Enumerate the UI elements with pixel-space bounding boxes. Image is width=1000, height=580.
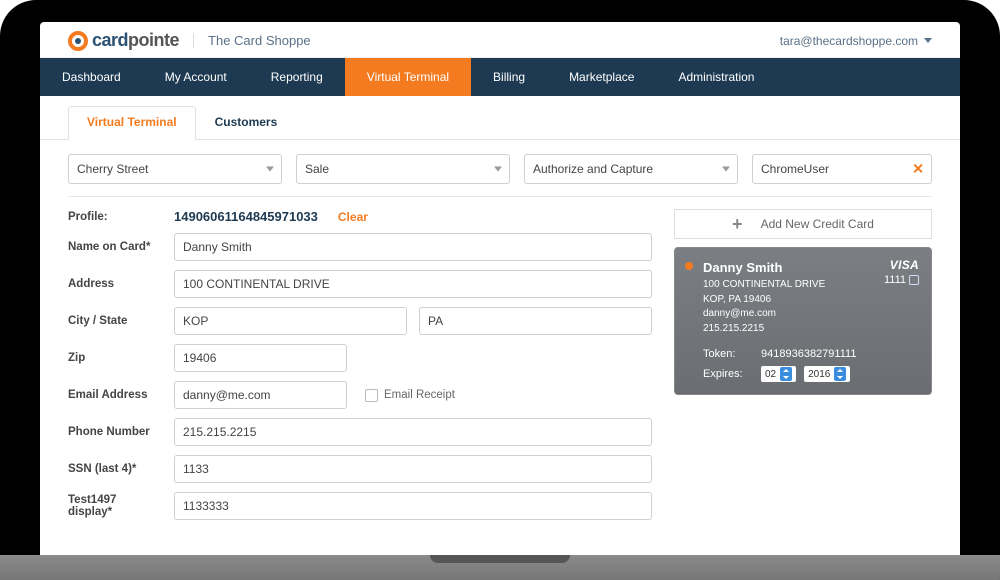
tab-virtual-terminal[interactable]: Virtual Terminal: [68, 106, 196, 140]
chevron-down-icon: [722, 167, 730, 172]
phone-input[interactable]: [174, 418, 652, 446]
visa-logo-icon: VISA: [884, 258, 919, 272]
stepper-icon: [834, 367, 846, 381]
transaction-type-select[interactable]: Sale: [296, 154, 510, 184]
name-label: Name on Card*: [68, 241, 162, 253]
action-value: Authorize and Capture: [524, 154, 738, 184]
nav-administration[interactable]: Administration: [656, 58, 776, 96]
exp-month-select[interactable]: 02: [761, 366, 796, 382]
email-label: Email Address: [68, 389, 162, 401]
brand-subtitle: The Card Shoppe: [193, 33, 311, 48]
credit-card-display[interactable]: VISA 1111 Danny Smith 100 CONTINENTAL DR…: [674, 247, 932, 395]
filter-row: Cherry Street Sale Authorize and Capture…: [68, 154, 932, 197]
user-menu[interactable]: tara@thecardshoppe.com: [780, 34, 932, 48]
ssn-label: SSN (last 4)*: [68, 463, 162, 475]
tab-customers[interactable]: Customers: [196, 106, 297, 139]
profile-value: 14906061164845971033: [174, 209, 318, 224]
logo: cardpointe: [68, 30, 179, 51]
transaction-type-value: Sale: [296, 154, 510, 184]
nav-my-account[interactable]: My Account: [143, 58, 249, 96]
header-bar: cardpointe The Card Shoppe tara@thecards…: [40, 22, 960, 58]
primary-nav: Dashboard My Account Reporting Virtual T…: [40, 58, 960, 96]
nav-reporting[interactable]: Reporting: [249, 58, 345, 96]
location-value: Cherry Street: [68, 154, 282, 184]
customer-input-wrap: ✕: [752, 154, 932, 184]
add-new-card-button[interactable]: + Add New Credit Card: [674, 209, 932, 239]
chevron-down-icon: [494, 167, 502, 172]
checkbox-icon: [365, 389, 378, 402]
zip-input[interactable]: [174, 344, 347, 372]
card-email: danny@me.com: [703, 307, 917, 322]
citystate-label: City / State: [68, 315, 162, 327]
clear-profile-link[interactable]: Clear: [338, 210, 368, 224]
token-label: Token:: [703, 348, 753, 360]
test1497-label: Test1497 display*: [68, 494, 162, 518]
email-receipt-checkbox[interactable]: Email Receipt: [365, 389, 455, 402]
exp-year-select[interactable]: 2016: [804, 366, 850, 382]
token-value: 9418936382791111: [761, 348, 856, 360]
stepper-icon: [780, 367, 792, 381]
ssn-input[interactable]: [174, 455, 652, 483]
expires-label: Expires:: [703, 368, 753, 380]
profile-label: Profile:: [68, 211, 162, 223]
name-on-card-input[interactable]: [174, 233, 652, 261]
card-address2: KOP, PA 19406: [703, 293, 917, 308]
phone-label: Phone Number: [68, 426, 162, 438]
card-brand-block: VISA 1111: [884, 258, 919, 286]
location-select[interactable]: Cherry Street: [68, 154, 282, 184]
chevron-down-icon: [266, 167, 274, 172]
address-label: Address: [68, 278, 162, 290]
plus-icon: +: [732, 215, 743, 233]
nav-dashboard[interactable]: Dashboard: [40, 58, 143, 96]
nav-billing[interactable]: Billing: [471, 58, 547, 96]
test1497-input[interactable]: [174, 492, 652, 520]
nav-marketplace[interactable]: Marketplace: [547, 58, 656, 96]
zip-label: Zip: [68, 352, 162, 364]
logo-text: cardpointe: [92, 30, 179, 51]
customer-input[interactable]: [752, 154, 932, 184]
selected-dot-icon: [685, 262, 693, 270]
add-card-label: Add New Credit Card: [761, 217, 874, 231]
email-input[interactable]: [174, 381, 347, 409]
card-last4: 1111: [884, 274, 906, 286]
card-phone: 215.215.2215: [703, 322, 917, 337]
user-email: tara@thecardshoppe.com: [780, 34, 918, 48]
logo-mark-icon: [68, 31, 88, 51]
action-select[interactable]: Authorize and Capture: [524, 154, 738, 184]
city-input[interactable]: [174, 307, 407, 335]
clear-customer-icon[interactable]: ✕: [912, 161, 924, 178]
nav-virtual-terminal[interactable]: Virtual Terminal: [345, 58, 471, 96]
copy-icon[interactable]: [909, 275, 919, 285]
address-input[interactable]: [174, 270, 652, 298]
state-input[interactable]: [419, 307, 652, 335]
chevron-down-icon: [924, 38, 932, 43]
subtabs: Virtual Terminal Customers: [40, 96, 960, 140]
email-receipt-label: Email Receipt: [384, 389, 455, 401]
